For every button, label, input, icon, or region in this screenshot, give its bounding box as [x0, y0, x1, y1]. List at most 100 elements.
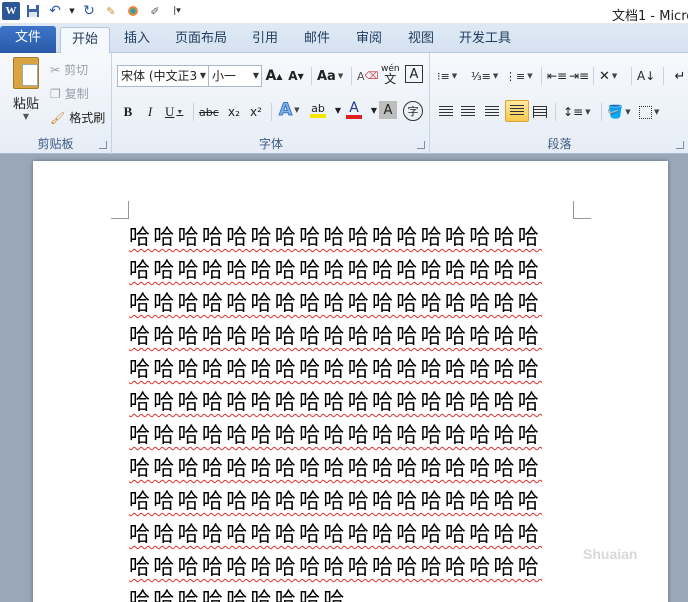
increase-indent-button[interactable]: ⇥≡ — [569, 65, 589, 87]
paragraph-launcher-icon[interactable] — [676, 141, 684, 149]
sort-icon: A↓ — [637, 69, 656, 83]
font-name-combo[interactable]: 宋体 (中文正3 ▼ — [117, 65, 209, 87]
underline-icon: U — [165, 104, 175, 119]
text-line: 哈哈哈哈哈哈哈哈哈哈哈哈哈哈哈哈哈 — [129, 225, 543, 249]
clipboard-launcher-icon[interactable] — [99, 141, 107, 149]
font-color-button[interactable]: A — [345, 99, 363, 121]
tab-home[interactable]: 开始 — [60, 27, 110, 53]
word-app-icon[interactable]: W — [2, 2, 20, 20]
customize-qat-icon[interactable]: |▾ — [168, 2, 186, 20]
borders-button[interactable]: ▼ — [639, 101, 659, 123]
enclose-characters-icon: 字 — [407, 105, 419, 118]
change-case-button[interactable]: Aa ▼ — [317, 65, 343, 87]
clipboard-group-label: 剪贴板 — [37, 137, 74, 151]
phonetic-guide-button[interactable]: wén 文 — [381, 63, 400, 85]
tab-insert[interactable]: 插入 — [116, 27, 158, 53]
tab-page-layout[interactable]: 页面布局 — [170, 27, 232, 53]
highlight-button[interactable]: ab — [309, 99, 327, 121]
grow-font-button[interactable]: A ▲ — [265, 65, 283, 87]
undo-dropdown-icon[interactable]: ▼ — [68, 2, 76, 20]
superscript-button[interactable]: x² — [247, 101, 265, 123]
watermark: Shuaian — [583, 546, 638, 562]
title-bar: W ↶ ▼ ↻ ✎ ✐ |▾ 文档1 - Micro — [0, 0, 688, 24]
format-painter-button[interactable]: 🖌 格式刷 — [50, 109, 105, 126]
multilevel-list-button[interactable]: ⋮≡ ▼ — [505, 65, 533, 87]
undo-icon[interactable]: ↶ — [46, 2, 64, 20]
text-line: 哈哈哈哈哈哈哈哈哈哈哈哈哈哈哈哈哈 — [129, 291, 543, 315]
document-area: 哈哈哈哈哈哈哈哈哈哈哈哈哈哈哈哈哈 哈哈哈哈哈哈哈哈哈哈哈哈哈哈哈哈哈 哈哈哈哈… — [0, 155, 688, 602]
tab-mailings[interactable]: 邮件 — [297, 27, 337, 53]
save-icon[interactable] — [24, 2, 42, 20]
multilevel-list-icon: ⋮≡ — [505, 69, 526, 83]
copy-label: 复制 — [64, 87, 89, 101]
copy-icon: ❐ — [50, 86, 61, 101]
redo-icon[interactable]: ↻ — [80, 2, 98, 20]
cut-button[interactable]: ✂ 剪切 — [50, 61, 88, 78]
bold-button[interactable]: B — [119, 101, 137, 123]
shrink-font-button[interactable]: A ▼ — [287, 65, 305, 87]
align-center-button[interactable] — [459, 101, 477, 123]
text-effect-button[interactable]: A ▼ — [278, 99, 299, 121]
italic-icon: I — [147, 104, 153, 119]
enclose-characters-button[interactable]: 字 — [403, 101, 423, 121]
font-size-dropdown-icon[interactable]: ▼ — [253, 66, 259, 86]
font-name-dropdown-icon[interactable]: ▼ — [200, 66, 206, 86]
underline-button[interactable]: U ▼ — [165, 101, 183, 123]
draw-icon[interactable]: ✐ — [146, 2, 164, 20]
sort-button[interactable]: A↓ — [637, 65, 655, 87]
text-line: 哈哈哈哈哈哈哈哈哈哈哈哈哈哈哈哈哈 — [129, 357, 543, 381]
subscript-button[interactable]: x₂ — [225, 101, 243, 123]
tab-developer[interactable]: 开发工具 — [453, 27, 517, 53]
character-border-button[interactable]: A — [405, 65, 423, 83]
align-right-button[interactable] — [483, 101, 501, 123]
distributed-button[interactable] — [531, 101, 549, 123]
asian-layout-button[interactable]: ✕ ▼ — [599, 65, 617, 87]
paint-bucket-icon: 🪣 — [607, 104, 624, 120]
borders-icon — [639, 105, 652, 119]
paste-label: 粘贴 — [12, 97, 39, 112]
strikethrough-icon: abc — [199, 105, 219, 119]
tab-file[interactable]: 文件 — [0, 26, 56, 53]
text-line: 哈哈哈哈哈哈哈哈哈 — [129, 588, 348, 602]
clear-formatting-button[interactable]: A ⌫ — [357, 65, 379, 87]
tab-view[interactable]: 视图 — [401, 27, 441, 53]
color-wheel-icon[interactable] — [124, 2, 142, 20]
strikethrough-button[interactable]: abc — [199, 101, 219, 123]
font-size-combo[interactable]: 小一 ▼ — [208, 65, 262, 87]
italic-button[interactable]: I — [141, 101, 159, 123]
numbering-button[interactable]: ⅓≡ ▼ — [471, 65, 498, 87]
line-spacing-button[interactable]: ↕≡ ▼ — [563, 101, 591, 123]
quick-access-toolbar: W ↶ ▼ ↻ ✎ ✐ |▾ — [2, 2, 186, 20]
text-line: 哈哈哈哈哈哈哈哈哈哈哈哈哈哈哈哈哈 — [129, 489, 543, 513]
character-border-icon: A — [409, 66, 419, 82]
font-color-icon: A — [349, 99, 359, 116]
paragraph-group-label: 段落 — [547, 137, 572, 151]
justify-button[interactable] — [505, 100, 529, 122]
font-launcher-icon[interactable] — [417, 141, 425, 149]
bullets-button[interactable]: ⁝≡ ▼ — [437, 65, 457, 87]
format-painter-icon: 🖌 — [50, 110, 66, 125]
line-spacing-icon: ↕≡ — [563, 105, 584, 119]
document-page[interactable]: 哈哈哈哈哈哈哈哈哈哈哈哈哈哈哈哈哈 哈哈哈哈哈哈哈哈哈哈哈哈哈哈哈哈哈 哈哈哈哈… — [33, 161, 668, 602]
decrease-indent-button[interactable]: ⇤≡ — [547, 65, 567, 87]
text-line: 哈哈哈哈哈哈哈哈哈哈哈哈哈哈哈哈哈 — [129, 258, 543, 282]
align-left-button[interactable] — [437, 101, 455, 123]
document-body[interactable]: 哈哈哈哈哈哈哈哈哈哈哈哈哈哈哈哈哈 哈哈哈哈哈哈哈哈哈哈哈哈哈哈哈哈哈 哈哈哈哈… — [129, 221, 579, 602]
paste-button[interactable]: 粘贴 ▼ — [8, 57, 44, 121]
superscript-icon: x² — [250, 105, 262, 119]
brush-icon[interactable]: ✎ — [102, 2, 120, 20]
character-shading-button[interactable]: A — [379, 101, 397, 119]
shading-button[interactable]: 🪣 ▼ — [607, 101, 631, 123]
asian-layout-icon: ✕ — [599, 68, 610, 84]
shrink-font-icon: A — [288, 69, 298, 83]
decrease-indent-icon: ⇤≡ — [547, 69, 568, 83]
subscript-icon: x₂ — [228, 105, 240, 119]
tab-review[interactable]: 审阅 — [349, 27, 389, 53]
text-line: 哈哈哈哈哈哈哈哈哈哈哈哈哈哈哈哈哈 — [129, 555, 543, 579]
show-marks-button[interactable]: ↵ — [671, 65, 688, 87]
paste-dropdown-icon[interactable]: ▼ — [8, 112, 44, 121]
copy-button[interactable]: ❐ 复制 — [50, 85, 89, 102]
tab-references[interactable]: 引用 — [245, 27, 285, 53]
character-shading-icon: A — [383, 102, 393, 118]
highlight-icon: ab — [311, 101, 325, 115]
